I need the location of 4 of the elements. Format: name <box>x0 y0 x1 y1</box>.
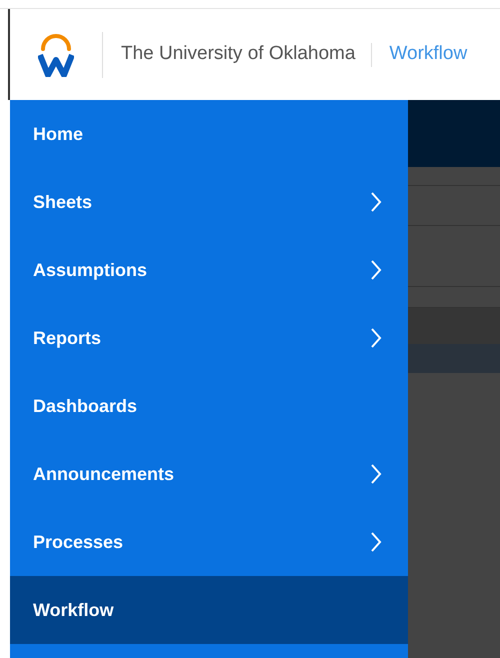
logo-icon <box>38 32 74 76</box>
menu-item[interactable]: Workflow <box>10 576 408 644</box>
organization-name: The University of Oklahoma <box>121 42 356 66</box>
page-title: Workflow <box>389 42 468 66</box>
